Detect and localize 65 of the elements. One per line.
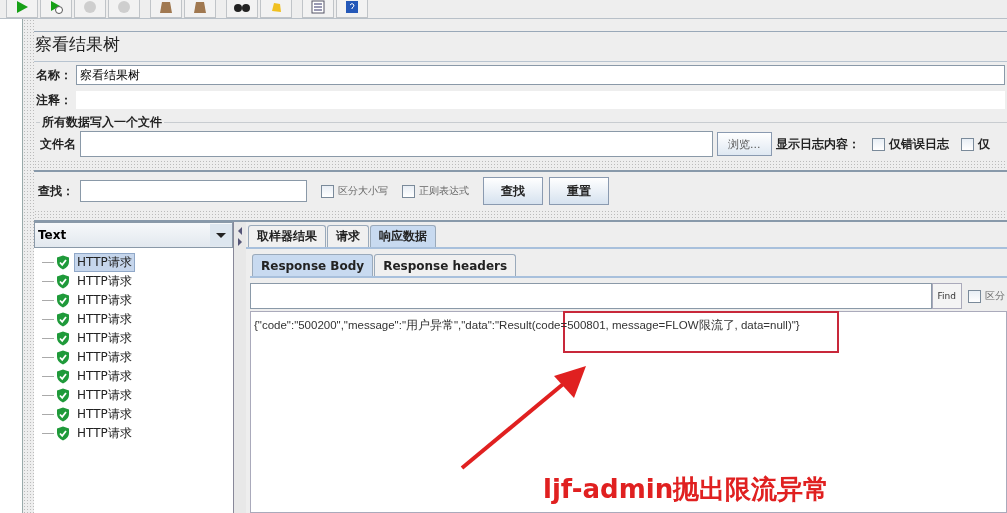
group-title: 所有数据写入一个文件 (41, 114, 163, 131)
tab[interactable]: 响应数据 (370, 225, 436, 247)
stop-icon (117, 0, 131, 14)
toolbar-button[interactable] (226, 0, 258, 18)
search-field[interactable] (80, 180, 307, 202)
log-content-label: 显示日志内容： (775, 135, 860, 153)
tree-item[interactable]: HTTP请求 (74, 405, 135, 424)
tree-item[interactable]: HTTP请求 (74, 424, 135, 443)
browse-button[interactable]: 浏览... (717, 132, 772, 156)
find-field[interactable] (250, 283, 932, 309)
annotation-caption: ljf-admin抛出限流异常 (543, 473, 830, 506)
search-label: 查找： (38, 182, 74, 200)
checkbox-label: 区分 (985, 289, 1005, 303)
renderer-dropdown[interactable]: Text (34, 222, 233, 248)
tree-item[interactable]: HTTP请求 (74, 367, 135, 386)
splitter-bar[interactable] (34, 160, 1007, 170)
help-icon (345, 0, 359, 14)
tab[interactable]: 请求 (327, 225, 369, 247)
shield-check-icon (56, 255, 70, 270)
tab[interactable]: Response Body (252, 254, 374, 276)
splitter-bar[interactable] (34, 210, 1007, 220)
play-icon (15, 0, 29, 14)
binoculars-icon (234, 1, 250, 13)
checkbox[interactable] (871, 137, 885, 151)
checkbox-label: 仅 (977, 135, 990, 153)
shield-check-icon (56, 407, 70, 422)
play-clock-icon (49, 0, 63, 14)
checkbox[interactable] (960, 137, 974, 151)
checkbox[interactable] (402, 184, 415, 198)
tree-item[interactable]: HTTP请求 (74, 272, 135, 291)
search-button[interactable]: 查找 (483, 177, 543, 205)
tree-item[interactable]: HTTP请求 (74, 310, 135, 329)
shield-check-icon (56, 426, 70, 441)
filename-label: 文件名 (40, 135, 76, 153)
shield-check-icon (56, 312, 70, 327)
name-label: 名称： (36, 66, 72, 84)
tab[interactable]: 取样器结果 (248, 225, 326, 247)
collapse-arrows-icon[interactable] (237, 226, 243, 248)
splitter-bar[interactable] (23, 19, 34, 513)
tree-item[interactable]: HTTP请求 (74, 386, 135, 405)
comment-label: 注释： (36, 91, 72, 109)
shield-check-icon (56, 293, 70, 308)
find-button[interactable]: Find (931, 283, 962, 309)
tree-item[interactable]: HTTP请求 (74, 253, 135, 272)
checkbox[interactable] (968, 289, 981, 303)
checkbox[interactable] (321, 184, 334, 198)
tree-item[interactable]: HTTP请求 (74, 291, 135, 310)
shield-check-icon (56, 388, 70, 403)
panel-title: 察看结果树 (34, 31, 1007, 62)
reset-button[interactable]: 重置 (549, 177, 609, 205)
shield-check-icon (56, 274, 70, 289)
shield-check-icon (56, 331, 70, 346)
shield-check-icon (56, 369, 70, 384)
name-field[interactable]: 察看结果树 (76, 65, 1005, 85)
stop-icon (83, 0, 97, 14)
list-icon (311, 0, 325, 14)
checkbox-label: 仅错误日志 (888, 135, 949, 153)
shield-check-icon (56, 350, 70, 365)
tab[interactable]: Response headers (374, 254, 517, 276)
caret-icon (210, 224, 232, 246)
checkbox-label: 正则表达式 (419, 184, 469, 198)
checkbox-label: 区分大小写 (338, 184, 388, 198)
tree-item[interactable]: HTTP请求 (74, 329, 135, 348)
filename-field[interactable] (80, 131, 713, 157)
tree-item[interactable]: HTTP请求 (74, 348, 135, 367)
